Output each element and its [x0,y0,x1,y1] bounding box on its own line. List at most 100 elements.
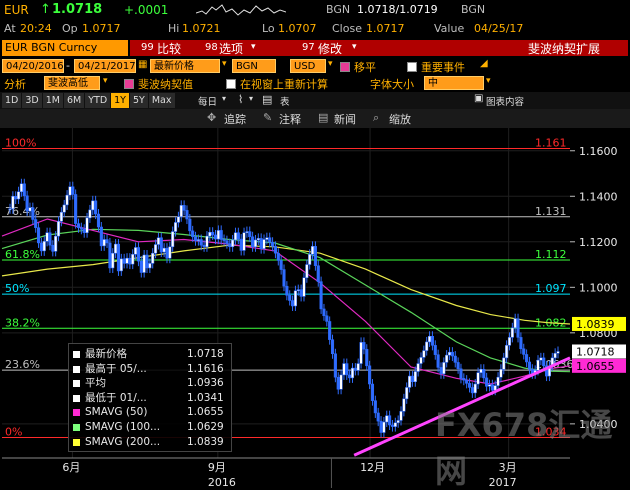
edit-button[interactable]: 修改 [318,40,342,57]
pan-checkbox[interactable] [340,60,353,73]
candle-body [476,372,480,385]
zoom-button[interactable]: 缩放 [389,111,411,127]
security-field[interactable]: EUR BGN Curncy [2,40,128,56]
edit-dropdown-icon[interactable]: ▾ [352,42,357,52]
candle-body [168,246,172,259]
fib-value-checkbox[interactable] [124,77,137,90]
interval-dropdown-icon[interactable]: ▾ [222,94,226,103]
menu-bar: EUR BGN Curncy 99 比较 98 选项 ▾ 97 修改 ▾ 斐波纳… [0,38,630,58]
fib-level-percent: 0% [5,426,22,439]
candle-body [516,318,520,338]
candle-body [211,231,215,236]
y-tick-label: 1.1400 [579,190,618,203]
currency-select[interactable]: USD [290,59,326,73]
recalc-checkbox[interactable] [226,77,239,90]
at-label: At [4,22,16,35]
period-tab[interactable]: 1M [42,93,63,108]
legend-label: 平均 [85,377,106,390]
period-tab[interactable]: 5Y [130,93,148,108]
track-button[interactable]: 追踪 [224,111,246,127]
candle-body [408,375,412,388]
annotate-button[interactable]: 注释 [279,111,301,127]
candle-body [410,375,414,383]
candle-body [365,348,369,367]
price-tag-label: 1.0839 [576,318,615,331]
period-tab[interactable]: 1Y [111,93,129,108]
candle-body [14,196,18,200]
period-tab[interactable]: 1D [2,93,22,108]
candle-body [74,194,78,224]
low-label: Lo [262,22,275,35]
fib-level-percent: 23.6% [5,358,40,371]
candle-body [525,354,529,363]
candle-body [519,337,523,350]
candle-body [22,183,26,197]
candle-body [527,361,532,370]
settings-icon[interactable]: ◢ [480,58,488,69]
candle-body [236,232,240,240]
source-input[interactable]: BGN [232,59,276,73]
edit-num: 97 [302,42,315,53]
candle-body [370,383,375,401]
font-size-select[interactable]: 中 [424,76,484,90]
field-select[interactable]: 最新价格 [150,59,220,73]
y-tick-label: 1.1600 [579,145,618,158]
candle-body [405,387,409,400]
period-tabs: 1D 3D 1M 6M YTD 1Y 5Y Max [2,93,176,108]
candle-body [505,345,509,359]
news-button[interactable]: 新闻 [334,111,356,127]
table-icon[interactable]: ▤ [262,93,272,106]
line-chart-icon[interactable]: ⌇ [238,93,243,106]
candle-body [136,247,140,262]
options-dropdown-icon[interactable]: ▾ [251,42,256,52]
candle-body [62,204,66,213]
candle-body [490,384,494,391]
candle-body [299,289,303,297]
period-tab[interactable]: YTD [85,93,111,108]
candle-body [316,265,320,282]
period-tab[interactable]: 6M [63,93,85,108]
close-label: Close [332,22,362,35]
events-checkbox[interactable] [407,60,420,73]
candle-body [165,247,169,259]
period-tab[interactable]: Max [148,93,175,108]
annotate-icon: ✎ [263,111,273,124]
candle-body [436,354,440,368]
candle-body [213,234,218,240]
analysis-mode-select[interactable]: 斐波高低 [44,76,100,90]
candle-body [28,207,32,212]
candle-body [439,367,443,375]
fib-level-percent: 61.8% [5,248,40,261]
field-dropdown-icon[interactable]: ▾ [222,59,227,69]
candle-body [453,355,457,363]
candle-body [313,246,317,266]
compare-button[interactable]: 比较 [157,40,181,57]
font-size-dropdown-icon[interactable]: ▾ [486,76,491,86]
period-tab[interactable]: 3D [22,93,42,108]
candle-body [473,383,477,394]
chart-content-icon[interactable]: ▣ [474,93,483,104]
options-button[interactable]: 选项 [219,40,243,57]
candle-body [34,219,38,228]
legend-row: SMAVG (100... 1.0629 [73,421,231,434]
legend-label: SMAVG (100... [85,421,161,433]
start-date-input[interactable]: 04/20/2016 [2,59,64,73]
candle-body [185,210,189,220]
candle-body [105,239,109,244]
chart-type-select[interactable]: 表 [280,94,290,108]
bid-ask: 1.0718/1.0719 [357,3,438,16]
currency-dropdown-icon[interactable]: ▾ [328,59,333,69]
candle-body [228,243,232,248]
calendar-icon[interactable]: ▦ [138,59,147,70]
legend-swatch [73,438,80,446]
candle-body [442,362,446,375]
fib-level-percent: 50% [5,282,29,295]
analysis-dropdown-icon[interactable]: ▾ [103,76,108,86]
chart-style-dropdown-icon[interactable]: ▾ [249,94,253,103]
candle-body [188,218,192,232]
end-date-input[interactable]: 04/21/2017 [74,59,136,73]
candle-body [65,194,69,206]
interval-select[interactable]: 每日 [198,94,217,108]
candle-body [462,378,466,381]
chart-content-button[interactable]: 图表内容 [486,94,524,108]
